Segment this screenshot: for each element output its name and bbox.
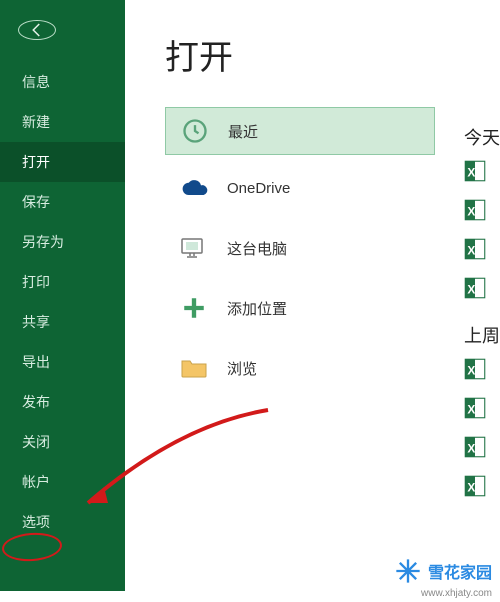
- watermark-text: 雪花家园: [428, 559, 492, 583]
- svg-text:X: X: [467, 480, 475, 494]
- excel-file-icon[interactable]: X: [462, 158, 488, 189]
- svg-text:X: X: [467, 402, 475, 416]
- pc-icon: [179, 233, 209, 263]
- source-browse[interactable]: 浏览: [165, 341, 435, 395]
- source-label: 最近: [228, 121, 258, 142]
- source-addplace[interactable]: 添加位置: [165, 281, 435, 335]
- excel-file-icon[interactable]: X: [462, 275, 488, 306]
- group-today: 今天: [464, 124, 500, 150]
- nav-saveas[interactable]: 另存为: [0, 222, 125, 262]
- excel-file-icon[interactable]: X: [462, 434, 488, 465]
- watermark: 雪花家园 www.xhjaty.com: [394, 557, 492, 585]
- nav-options[interactable]: 选项: [0, 502, 125, 542]
- excel-file-icon[interactable]: X: [462, 395, 488, 426]
- nav-print[interactable]: 打印: [0, 262, 125, 302]
- nav-tail: 帐户 选项: [0, 462, 125, 602]
- nav-items: 信息 新建 打开 保存 另存为 打印 共享 导出 发布 关闭: [0, 62, 125, 462]
- backstage-view: 信息 新建 打开 保存 另存为 打印 共享 导出 发布 关闭 帐户 选项 打开 …: [0, 0, 500, 591]
- excel-file-icon[interactable]: X: [462, 197, 488, 228]
- clock-icon: [180, 116, 210, 146]
- page-title: 打开: [165, 30, 500, 79]
- source-label: 添加位置: [227, 298, 287, 319]
- nav-account[interactable]: 帐户: [0, 462, 125, 502]
- nav-export[interactable]: 导出: [0, 342, 125, 382]
- svg-text:X: X: [467, 243, 475, 257]
- excel-file-icon[interactable]: X: [462, 236, 488, 267]
- source-label: 浏览: [227, 358, 257, 379]
- svg-text:X: X: [467, 165, 475, 179]
- open-source-list: 最近 OneDrive 这台电脑 添加位置: [165, 107, 435, 401]
- back-button[interactable]: [18, 20, 56, 40]
- nav-share[interactable]: 共享: [0, 302, 125, 342]
- svg-text:X: X: [467, 282, 475, 296]
- arrow-left-icon: [28, 21, 46, 39]
- source-label: OneDrive: [227, 180, 290, 197]
- svg-text:X: X: [467, 441, 475, 455]
- source-label: 这台电脑: [227, 238, 287, 259]
- nav-new[interactable]: 新建: [0, 102, 125, 142]
- excel-file-icon[interactable]: X: [462, 473, 488, 504]
- nav-publish[interactable]: 发布: [0, 382, 125, 422]
- source-recent[interactable]: 最近: [165, 107, 435, 155]
- main-panel: 打开 最近 OneDrive 这台电脑: [125, 0, 500, 591]
- folder-icon: [179, 353, 209, 383]
- source-onedrive[interactable]: OneDrive: [165, 161, 435, 215]
- svg-text:X: X: [467, 204, 475, 218]
- nav-info[interactable]: 信息: [0, 62, 125, 102]
- plus-icon: [179, 293, 209, 323]
- excel-file-icon[interactable]: X: [462, 356, 488, 387]
- cloud-icon: [179, 173, 209, 203]
- source-thispc[interactable]: 这台电脑: [165, 221, 435, 275]
- nav-close[interactable]: 关闭: [0, 422, 125, 462]
- recent-files-column: 今天 X X X X 上周 X X X X: [462, 114, 500, 510]
- nav-open[interactable]: 打开: [0, 142, 125, 182]
- group-lastweek: 上周: [464, 322, 500, 348]
- snowflake-icon: [394, 557, 422, 585]
- watermark-url: www.xhjaty.com: [421, 588, 492, 599]
- nav-save[interactable]: 保存: [0, 182, 125, 222]
- svg-text:X: X: [467, 363, 475, 377]
- sidebar: 信息 新建 打开 保存 另存为 打印 共享 导出 发布 关闭 帐户 选项: [0, 0, 125, 591]
